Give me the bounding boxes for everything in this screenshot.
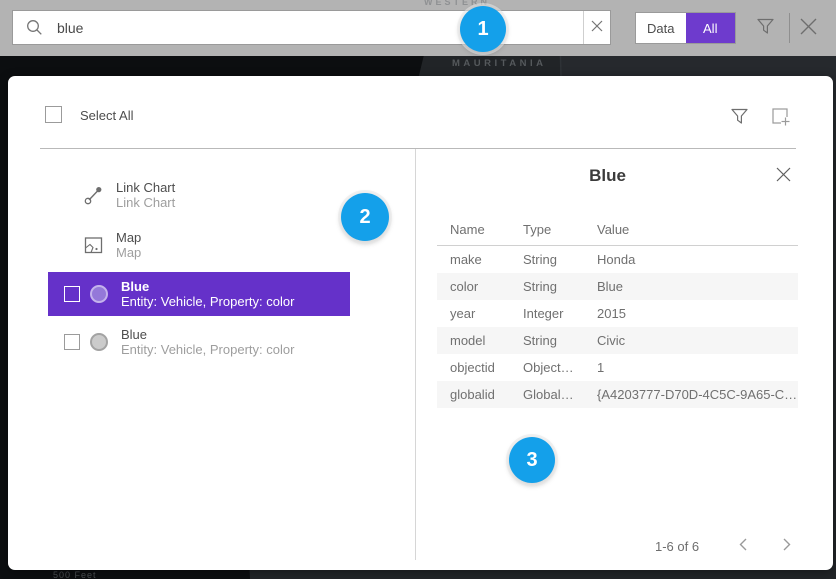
- search-results-panel: Select All Link Chart Link Chart: [8, 76, 833, 570]
- link-chart-icon: [83, 184, 105, 206]
- toolbar-divider: [789, 13, 790, 43]
- table-row: model String Civic: [437, 327, 798, 354]
- cell-type: String: [510, 327, 584, 354]
- search-box: [12, 10, 611, 45]
- result-title: Map: [116, 230, 141, 245]
- entity-circle-icon: [90, 333, 108, 351]
- scope-data-button[interactable]: Data: [636, 13, 686, 43]
- result-subtitle: Entity: Vehicle, Property: color: [121, 342, 294, 357]
- search-toolbar: WESTERN Data All: [0, 0, 836, 56]
- table-row: color String Blue: [437, 273, 798, 300]
- result-title: Link Chart: [116, 180, 175, 195]
- scope-toggle: Data All: [635, 12, 736, 44]
- table-row: year Integer 2015: [437, 300, 798, 327]
- scope-all-button[interactable]: All: [686, 13, 736, 43]
- result-item-blue[interactable]: Blue Entity: Vehicle, Property: color: [48, 320, 350, 364]
- cell-name: globalid: [437, 381, 510, 408]
- cell-type: Object…: [510, 354, 584, 381]
- cell-type: String: [510, 246, 584, 274]
- cell-name: make: [437, 246, 510, 274]
- filter-icon: [756, 17, 775, 39]
- pagination: 1-6 of 6: [655, 536, 795, 556]
- attribute-table: Name Type Value make String Honda color …: [437, 218, 798, 408]
- cell-value: {A4203777-D70D-4C5C-9A65-C…: [584, 381, 798, 408]
- next-page-button[interactable]: [779, 536, 795, 556]
- column-header-type: Type: [510, 218, 584, 246]
- column-header-value: Value: [584, 218, 798, 246]
- detail-pane: Blue Name Type Value make Str: [415, 76, 800, 570]
- map-label-mauritania: MAURITANIA: [452, 58, 546, 69]
- search-icon: [26, 19, 43, 36]
- close-search-button[interactable]: [793, 13, 823, 43]
- cell-value: Civic: [584, 327, 798, 354]
- app-window: MAURITANIA 500 Feet WESTERN Data All: [0, 0, 836, 579]
- cell-name: objectid: [437, 354, 510, 381]
- clear-search-button[interactable]: [583, 11, 610, 44]
- clear-icon: [591, 20, 603, 35]
- column-header-name: Name: [437, 218, 510, 246]
- result-title: Blue: [121, 279, 294, 294]
- detail-title: Blue: [415, 166, 800, 186]
- result-subtitle: Link Chart: [116, 195, 175, 210]
- select-all-checkbox[interactable]: [45, 106, 62, 123]
- close-detail-button[interactable]: [771, 164, 795, 188]
- chevron-right-icon: [783, 538, 791, 554]
- result-checkbox[interactable]: [64, 286, 80, 302]
- cell-name: color: [437, 273, 510, 300]
- cell-type: Integer: [510, 300, 584, 327]
- result-item-link-chart[interactable]: Link Chart Link Chart: [48, 174, 350, 216]
- map-icon: [83, 234, 105, 256]
- cell-name: model: [437, 327, 510, 354]
- filter-button[interactable]: [750, 13, 780, 43]
- cell-value: 1: [584, 354, 798, 381]
- close-icon: [776, 167, 791, 185]
- cell-value: Honda: [584, 246, 798, 274]
- cell-name: year: [437, 300, 510, 327]
- result-subtitle: Entity: Vehicle, Property: color: [121, 294, 294, 309]
- callout-badge-1: 1: [460, 6, 506, 52]
- cell-value: 2015: [584, 300, 798, 327]
- previous-page-button[interactable]: [735, 536, 751, 556]
- callout-badge-3: 3: [509, 437, 555, 483]
- table-header-row: Name Type Value: [437, 218, 798, 246]
- result-checkbox[interactable]: [64, 334, 80, 350]
- close-icon: [799, 17, 818, 39]
- cell-type: Global…: [510, 381, 584, 408]
- entity-circle-icon: [90, 285, 108, 303]
- cell-type: String: [510, 273, 584, 300]
- pagination-range-text: 1-6 of 6: [655, 539, 699, 554]
- map-scale-text: 500 Feet: [53, 570, 97, 579]
- select-all-label: Select All: [80, 108, 133, 123]
- result-title: Blue: [121, 327, 294, 342]
- cell-value: Blue: [584, 273, 798, 300]
- table-row: globalid Global… {A4203777-D70D-4C5C-9A6…: [437, 381, 798, 408]
- result-subtitle: Map: [116, 245, 141, 260]
- result-item-blue-selected[interactable]: Blue Entity: Vehicle, Property: color: [48, 272, 350, 316]
- callout-badge-2: 2: [341, 193, 389, 241]
- table-row: make String Honda: [437, 246, 798, 274]
- table-row: objectid Object… 1: [437, 354, 798, 381]
- result-item-map[interactable]: Map Map: [48, 224, 350, 266]
- chevron-left-icon: [739, 538, 747, 554]
